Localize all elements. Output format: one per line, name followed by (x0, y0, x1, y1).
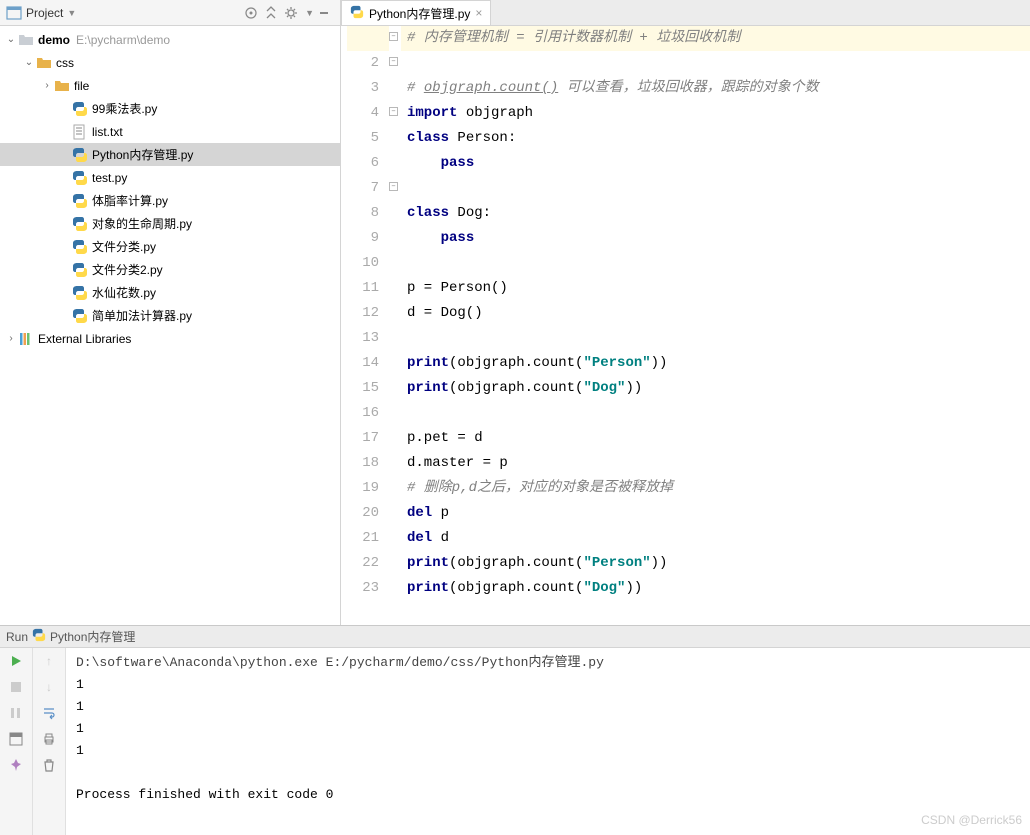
editor-tab[interactable]: Python内存管理.py × (341, 0, 491, 25)
project-panel: Project ▼ ▼ ⌄ demo E:\pycharm\demo ⌄ css… (0, 0, 341, 625)
python-file-icon (72, 193, 88, 209)
python-file-icon (72, 262, 88, 278)
tree-item-label: list.txt (92, 125, 123, 139)
python-file-icon (72, 101, 88, 117)
tree-item-label: 体脂率计算.py (92, 192, 168, 209)
tree-item-label: 99乘法表.py (92, 100, 157, 117)
tree-file[interactable]: Python内存管理.py (0, 143, 340, 166)
tree-external-libraries[interactable]: › External Libraries (0, 327, 340, 350)
chevron-down-icon[interactable]: ⌄ (22, 57, 36, 68)
python-file-icon (350, 5, 364, 22)
wrap-icon[interactable] (38, 702, 60, 724)
tree-item-label: 文件分类2.py (92, 261, 163, 278)
fold-icon[interactable]: – (389, 182, 398, 191)
python-file-icon (72, 285, 88, 301)
tree-file[interactable]: 对象的生命周期.py (0, 212, 340, 235)
run-toolbar-right: ↑ ↓ (33, 648, 66, 835)
rerun-icon[interactable] (5, 650, 27, 672)
stop-icon[interactable] (5, 676, 27, 698)
run-label: Run (6, 630, 28, 644)
tree-file[interactable]: 水仙花数.py (0, 281, 340, 304)
tree-file[interactable]: 文件分类.py (0, 235, 340, 258)
python-file-icon (72, 147, 88, 163)
tree-item-label: Python内存管理.py (92, 146, 193, 163)
fold-icon[interactable]: – (389, 32, 398, 41)
fold-icon[interactable]: – (389, 57, 398, 66)
project-icon (6, 5, 22, 21)
locate-icon[interactable] (241, 3, 261, 23)
chevron-right-icon[interactable]: › (4, 333, 18, 344)
layout-icon[interactable] (5, 728, 27, 750)
tree-file[interactable]: 文件分类2.py (0, 258, 340, 281)
pause-icon[interactable] (5, 702, 27, 724)
pin-icon[interactable] (5, 754, 27, 776)
tree-item-label: External Libraries (38, 332, 131, 346)
fold-column: – – – – (389, 26, 401, 625)
collapse-all-icon[interactable] (261, 3, 281, 23)
run-config-name: Python内存管理 (50, 628, 135, 645)
run-toolbar-left (0, 648, 33, 835)
project-panel-title: Project (26, 6, 63, 20)
gear-icon[interactable] (281, 3, 301, 23)
tree-folder-css[interactable]: ⌄ css (0, 51, 340, 74)
tree-item-label: 对象的生命周期.py (92, 215, 192, 232)
tree-file[interactable]: 简单加法计算器.py (0, 304, 340, 327)
code-editor[interactable]: 1234567891011121314151617181920212223 – … (341, 26, 1030, 625)
tree-folder-file[interactable]: › file (0, 74, 340, 97)
tab-label: Python内存管理.py (369, 5, 470, 22)
folder-icon (54, 78, 70, 94)
tree-item-label: 文件分类.py (92, 238, 156, 255)
tree-root[interactable]: ⌄ demo E:\pycharm\demo (0, 28, 340, 51)
folder-icon (18, 32, 34, 48)
libraries-icon (18, 331, 34, 347)
run-panel: Run Python内存管理 ↑ ↓ D:\software\Anaconda\… (0, 625, 1030, 835)
tree-file[interactable]: list.txt (0, 120, 340, 143)
python-file-icon (72, 239, 88, 255)
run-header: Run Python内存管理 (0, 626, 1030, 648)
console-output[interactable]: D:\software\Anaconda\python.exe E:/pycha… (66, 648, 1030, 835)
up-icon[interactable]: ↑ (38, 650, 60, 672)
chevron-right-icon[interactable]: › (40, 80, 54, 91)
project-tree: ⌄ demo E:\pycharm\demo ⌄ css › file 99乘法… (0, 26, 340, 625)
tree-item-label: 简单加法计算器.py (92, 307, 192, 324)
tree-item-label: test.py (92, 171, 127, 185)
chevron-down-icon[interactable]: ⌄ (4, 34, 18, 45)
python-file-icon (72, 308, 88, 324)
editor-tabs: Python内存管理.py × (341, 0, 1030, 26)
close-icon[interactable]: × (475, 6, 482, 20)
editor-panel: Python内存管理.py × 123456789101112131415161… (341, 0, 1030, 625)
watermark: CSDN @Derrick56 (921, 813, 1022, 827)
text-file-icon (72, 124, 88, 140)
chevron-down-icon[interactable]: ▼ (305, 8, 314, 18)
print-icon[interactable] (38, 728, 60, 750)
folder-icon (36, 55, 52, 71)
tree-item-label: css (56, 56, 74, 70)
fold-icon[interactable]: – (389, 107, 398, 116)
tree-item-label: demo (38, 33, 70, 47)
tree-file[interactable]: test.py (0, 166, 340, 189)
tree-item-path: E:\pycharm\demo (76, 33, 170, 47)
tree-item-label: file (74, 79, 89, 93)
python-file-icon (32, 628, 46, 645)
line-numbers: 1234567891011121314151617181920212223 (341, 26, 389, 625)
hide-icon[interactable] (314, 3, 334, 23)
tree-file[interactable]: 体脂率计算.py (0, 189, 340, 212)
python-file-icon (72, 170, 88, 186)
python-file-icon (72, 216, 88, 232)
code-content[interactable]: # 内存管理机制 = 引用计数器机制 + 垃圾回收机制 # objgraph.c… (401, 26, 1030, 625)
trash-icon[interactable] (38, 754, 60, 776)
tree-item-label: 水仙花数.py (92, 284, 156, 301)
chevron-down-icon[interactable]: ▼ (67, 8, 76, 18)
tree-file[interactable]: 99乘法表.py (0, 97, 340, 120)
project-panel-header: Project ▼ ▼ (0, 0, 340, 26)
down-icon[interactable]: ↓ (38, 676, 60, 698)
